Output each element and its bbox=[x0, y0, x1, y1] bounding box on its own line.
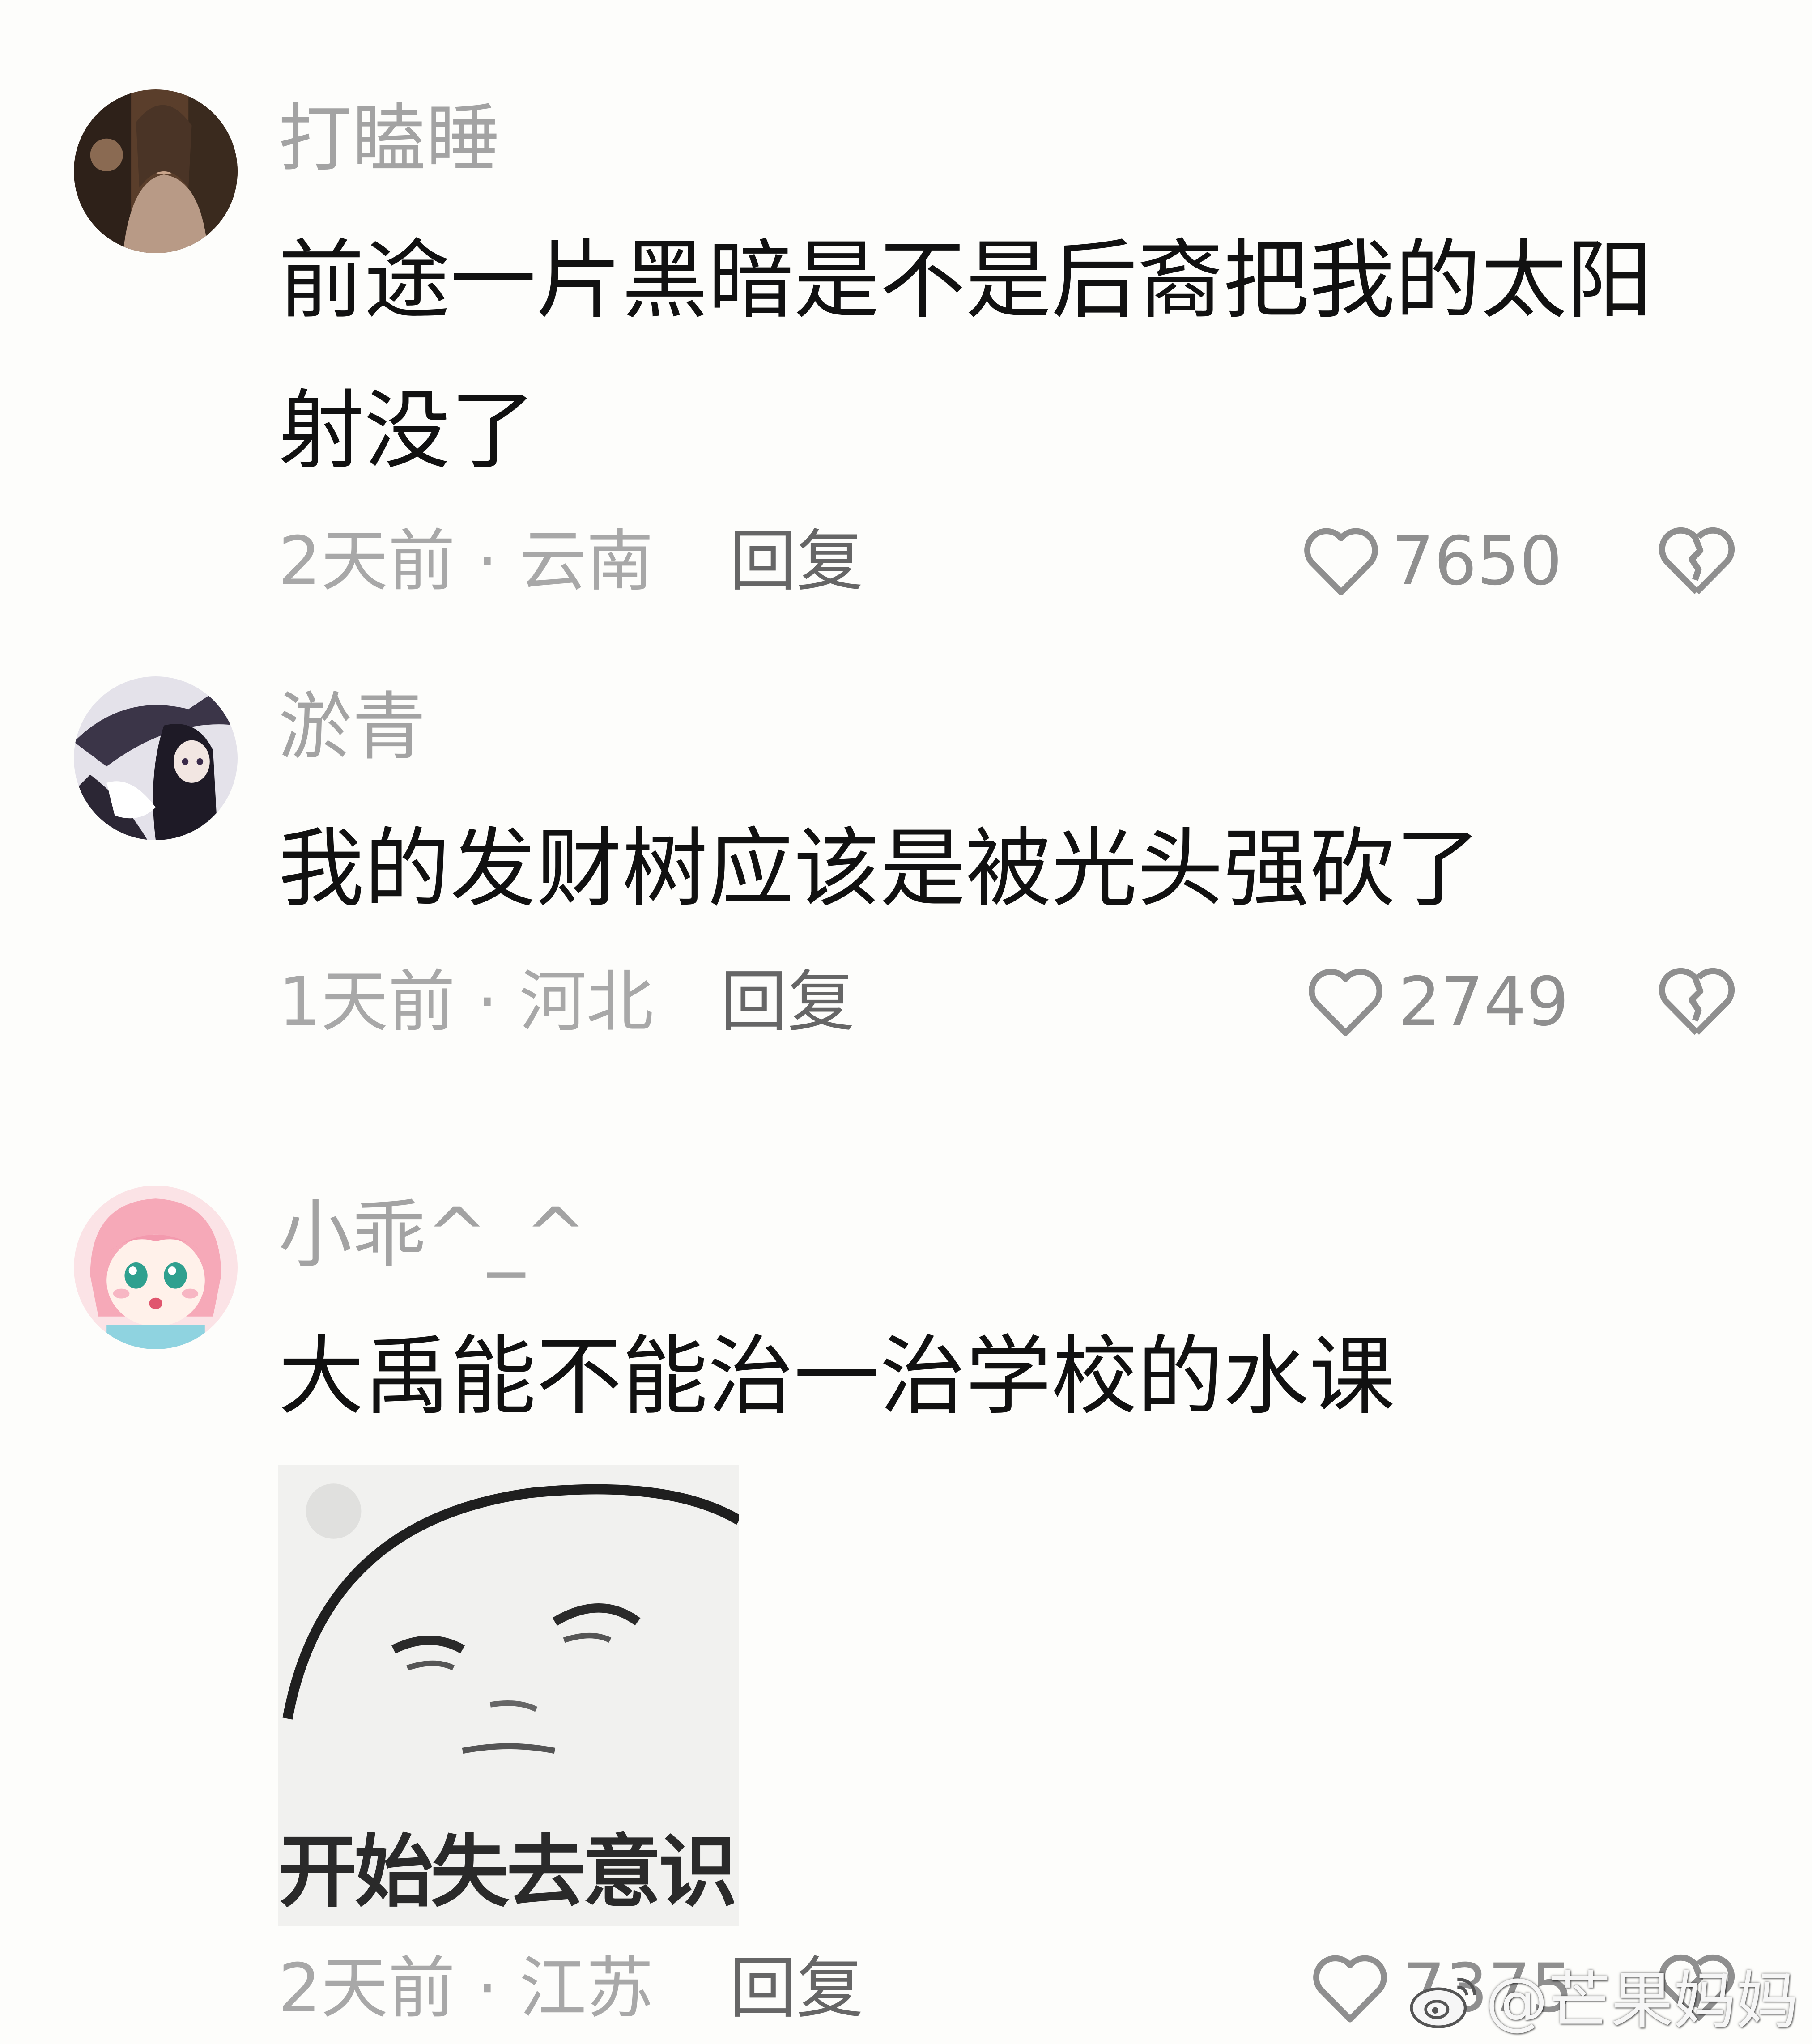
comment-item: 小乖^_^ 大禹能不能治一治学校的水课 开始失去意识 2天前 · 江苏 回复 7… bbox=[0, 0, 1812, 2044]
avatar[interactable] bbox=[74, 1186, 238, 1349]
username[interactable]: 小乖^_^ bbox=[278, 1190, 587, 1279]
meme-sticker-image[interactable]: 开始失去意识 bbox=[278, 1465, 739, 1926]
comment-meta: 2天前 · 江苏 bbox=[278, 1950, 654, 2027]
comment-text: 大禹能不能治一治学校的水课 bbox=[278, 1327, 1395, 1427]
watermark-text: @芒果妈妈 bbox=[1485, 1965, 1799, 2038]
weibo-icon bbox=[1410, 1977, 1476, 2028]
avatar-cartoon-girl-icon bbox=[74, 1186, 238, 1349]
heart-icon[interactable] bbox=[1309, 1951, 1391, 2024]
watermark: @芒果妈妈 bbox=[1407, 1963, 1799, 2040]
meme-caption: 开始失去意识 bbox=[278, 1827, 737, 1917]
reply-button[interactable]: 回复 bbox=[729, 1944, 863, 2033]
